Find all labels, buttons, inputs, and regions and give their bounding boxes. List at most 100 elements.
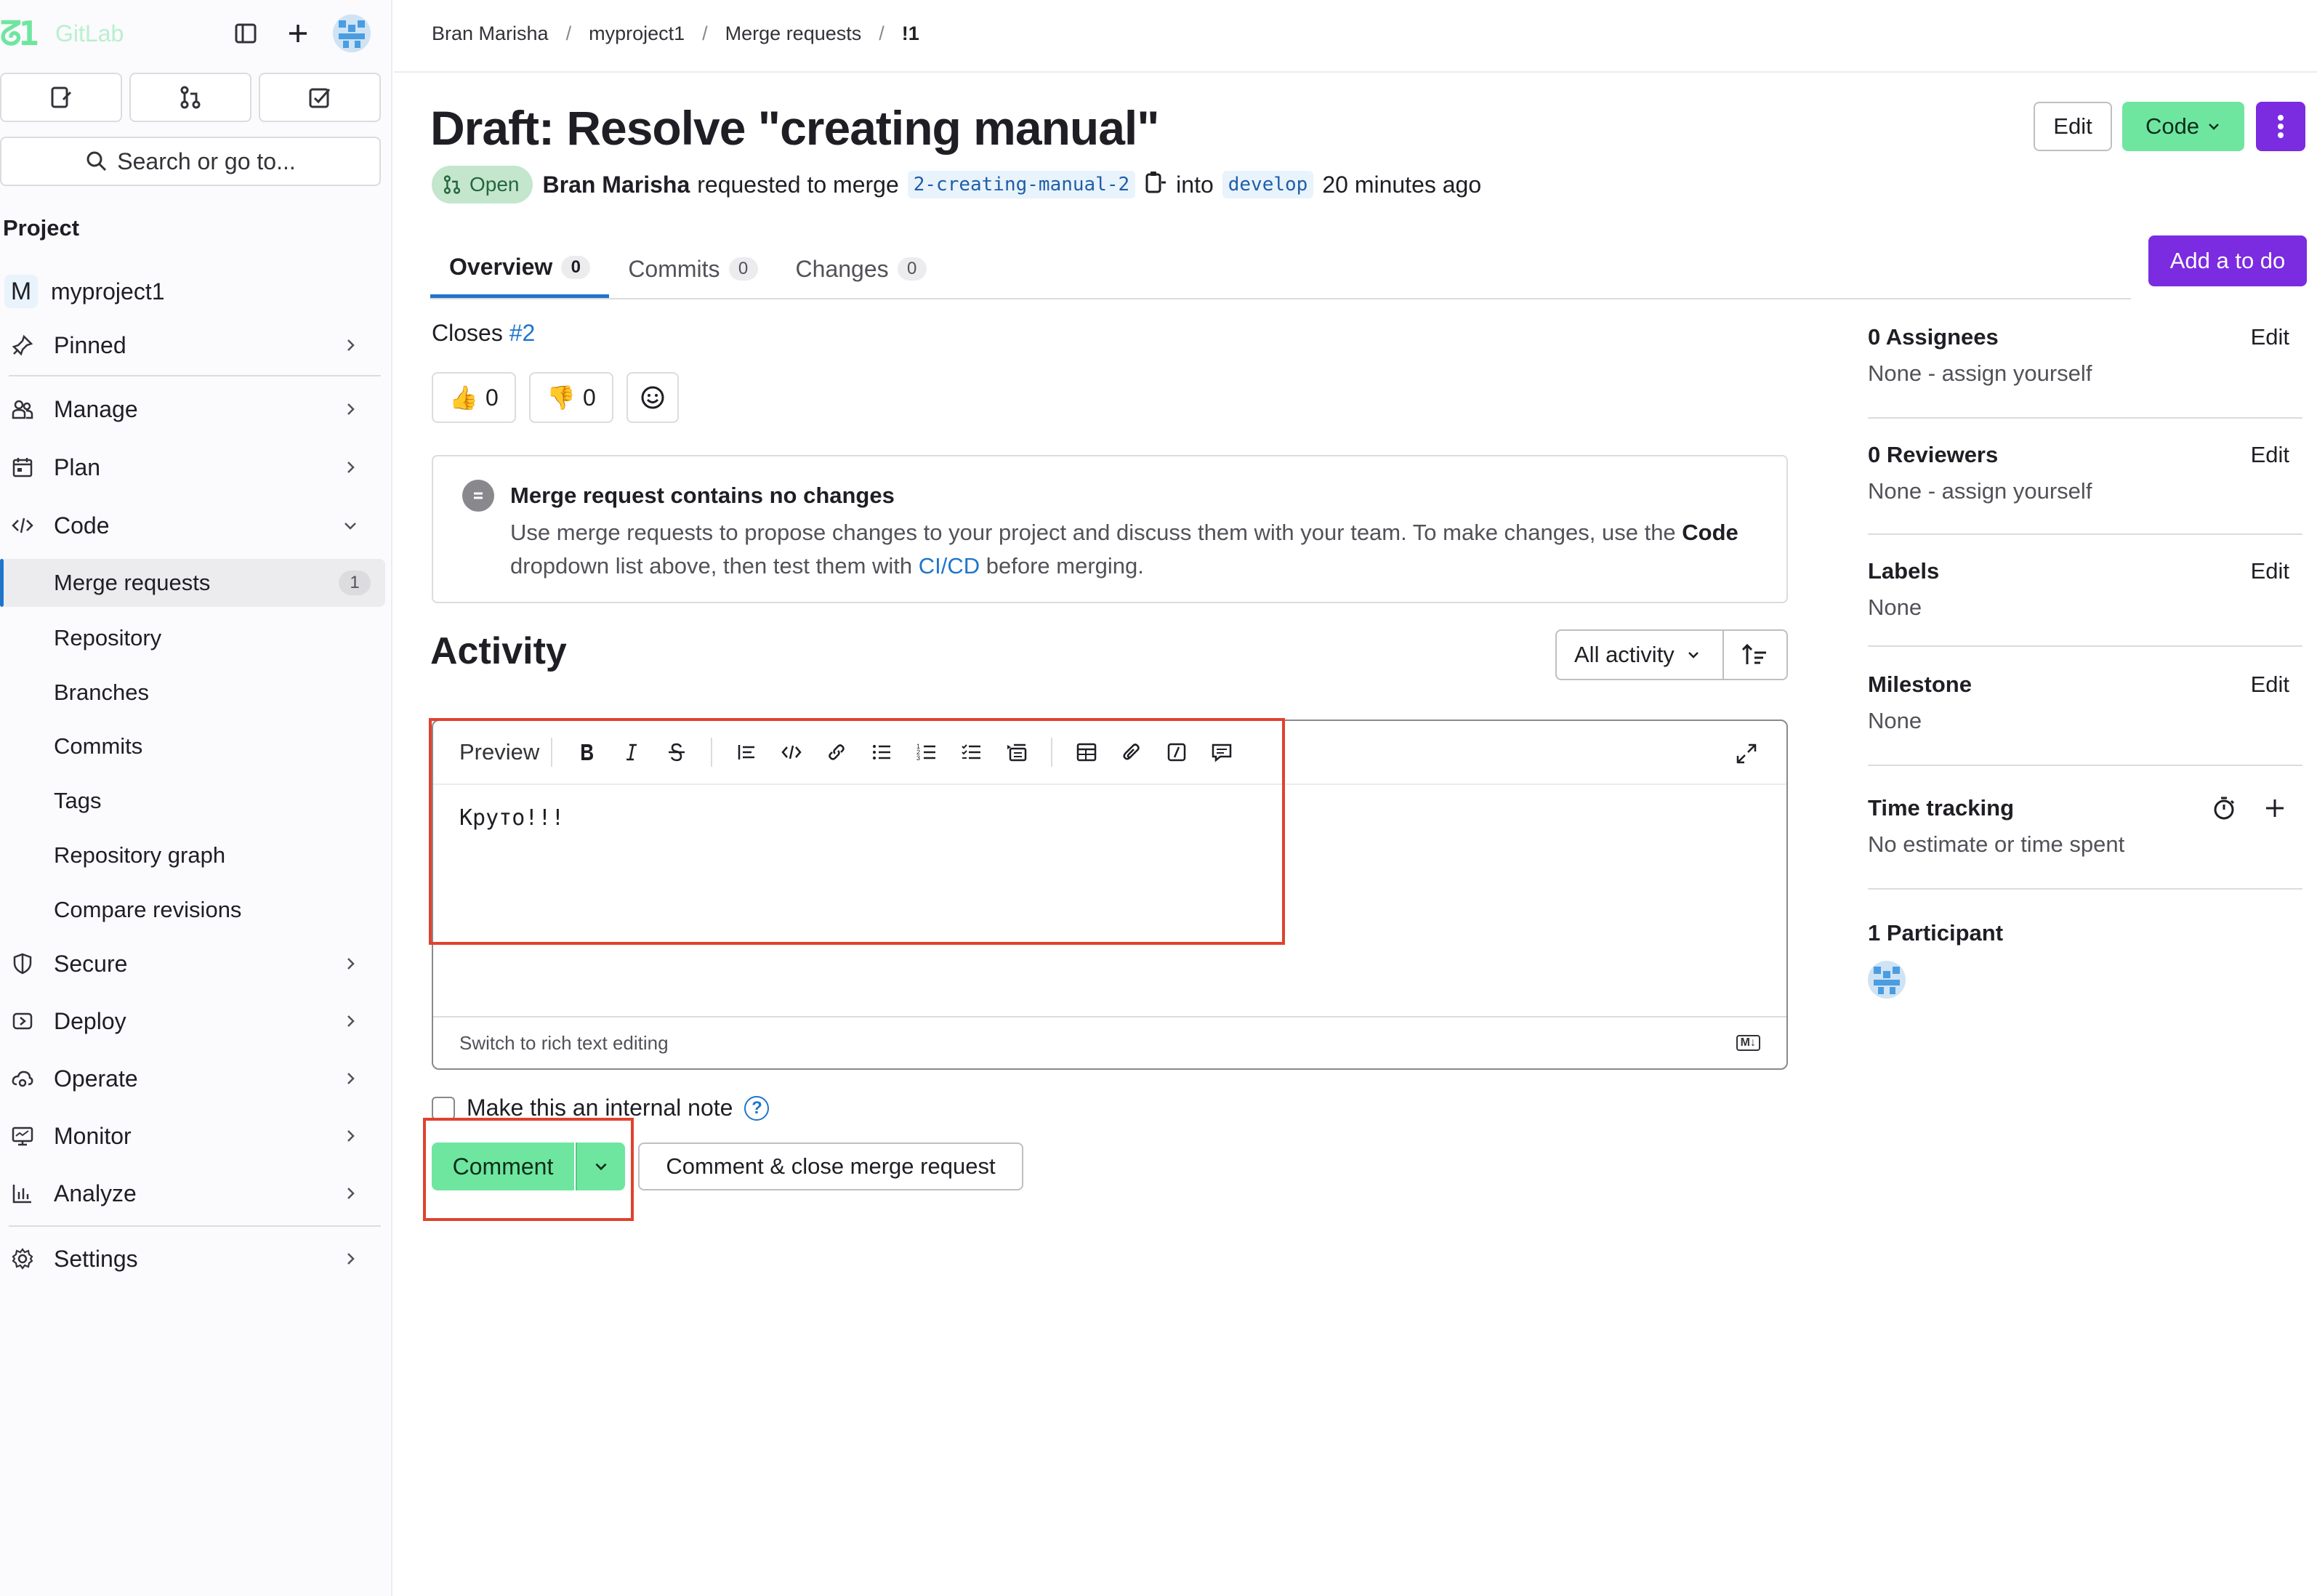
copy-branch-icon[interactable]	[1144, 169, 1166, 200]
toggle-sidebar-icon[interactable]	[228, 16, 263, 51]
add-reaction-button[interactable]	[626, 372, 679, 423]
sidebar-item-tags[interactable]: Tags	[0, 777, 385, 825]
thumbs-down-button[interactable]: 👎 0	[529, 372, 613, 423]
sidebar-item-manage[interactable]: Manage	[0, 385, 381, 433]
milestone-edit-link[interactable]: Edit	[2251, 672, 2289, 698]
code-icon[interactable]	[769, 730, 814, 775]
reviewers-edit-link[interactable]: Edit	[2251, 442, 2289, 468]
internal-note-checkbox[interactable]	[432, 1096, 455, 1120]
issues-tab[interactable]	[0, 73, 122, 122]
cicd-link[interactable]: CI/CD	[919, 553, 980, 579]
sidebar: ᘔ1 GitLab Search or go to... Project M m…	[0, 0, 392, 1596]
switch-rich-text-link[interactable]: Switch to rich text editing	[459, 1032, 669, 1055]
sort-direction-button[interactable]	[1722, 629, 1788, 680]
edit-button[interactable]: Edit	[2034, 102, 2112, 151]
sidebar-item-secure[interactable]: Secure	[0, 940, 381, 988]
reviewers-value[interactable]: None - assign yourself	[1868, 478, 2092, 504]
comment-button[interactable]: Comment	[432, 1142, 574, 1190]
sidebar-item-code[interactable]: Code	[0, 501, 381, 549]
sidebar-item-repository-graph[interactable]: Repository graph	[0, 831, 385, 879]
time-tracking-title: Time tracking	[1868, 795, 2015, 821]
sidebar-header: ᘔ1 GitLab	[0, 0, 392, 67]
sidebar-item-merge-requests[interactable]: Merge requests 1	[0, 559, 385, 607]
merge-request-meta: Open Bran Marisha requested to merge 2-c…	[432, 164, 1481, 205]
gear-icon	[7, 1244, 38, 1274]
add-todo-button[interactable]: Add a to do	[2148, 235, 2307, 286]
merge-requests-tab[interactable]	[129, 73, 251, 122]
sidebar-item-label: Plan	[54, 454, 101, 480]
user-avatar[interactable]	[333, 15, 371, 52]
tabs-divider	[430, 298, 2131, 299]
target-branch[interactable]: develop	[1222, 171, 1314, 198]
table-icon[interactable]	[1064, 730, 1109, 775]
create-new-icon[interactable]	[281, 16, 315, 51]
numbered-list-icon[interactable]: 123	[904, 730, 949, 775]
comment-textarea[interactable]: Круто!!!	[459, 805, 565, 831]
tab-commits[interactable]: Commits 0	[609, 240, 776, 298]
add-time-icon[interactable]	[2262, 795, 2288, 825]
toolbar-separator	[1051, 738, 1053, 767]
sidebar-item-plan[interactable]: Plan	[0, 443, 381, 491]
breadcrumb-current[interactable]: !1	[902, 23, 919, 45]
help-icon[interactable]: ?	[744, 1095, 770, 1121]
sidebar-item-repository[interactable]: Repository	[0, 614, 385, 662]
collapsible-section-icon[interactable]	[994, 730, 1039, 775]
internal-note-label[interactable]: Make this an internal note	[467, 1095, 733, 1121]
gitlab-logo-icon[interactable]: ᘔ1	[0, 16, 44, 51]
labels-edit-link[interactable]: Edit	[2251, 558, 2289, 584]
source-branch[interactable]: 2-creating-manual-2	[907, 171, 1136, 198]
assignees-edit-link[interactable]: Edit	[2251, 324, 2289, 350]
participant-avatar[interactable]	[1868, 961, 1906, 999]
closes-issue-link[interactable]: #2	[509, 320, 536, 346]
tab-overview[interactable]: Overview 0	[430, 240, 610, 298]
strikethrough-icon[interactable]	[654, 730, 699, 775]
bold-icon[interactable]	[564, 730, 609, 775]
todo-tab[interactable]	[259, 73, 381, 122]
sidebar-item-pinned[interactable]: Pinned	[0, 321, 381, 369]
link-icon[interactable]	[814, 730, 859, 775]
milestone-section: Milestone Edit None	[1868, 672, 2304, 744]
sidebar-item-branches[interactable]: Branches	[0, 669, 385, 717]
thumbs-up-button[interactable]: 👍 0	[432, 372, 516, 423]
quick-actions-icon[interactable]	[1154, 730, 1199, 775]
breadcrumb-merge-requests[interactable]: Merge requests	[725, 23, 862, 45]
project-name: myproject1	[51, 278, 165, 305]
sidebar-item-compare-revisions[interactable]: Compare revisions	[0, 886, 385, 934]
activity-filter-dropdown[interactable]: All activity	[1555, 629, 1724, 680]
info-status-icon	[462, 480, 494, 512]
sidebar-item-label: Code	[54, 512, 110, 539]
sidebar-project-link[interactable]: M myproject1	[0, 267, 381, 315]
sidebar-item-analyze[interactable]: Analyze	[0, 1169, 381, 1217]
attach-file-icon[interactable]	[1109, 730, 1154, 775]
sidebar-item-deploy[interactable]: Deploy	[0, 997, 381, 1045]
breadcrumb-project[interactable]: myproject1	[589, 23, 685, 45]
sidebar-item-settings[interactable]: Settings	[0, 1235, 381, 1283]
chevron-right-icon	[336, 453, 365, 482]
page-title: Draft: Resolve "creating manual"	[430, 101, 1160, 155]
panel-divider	[1868, 417, 2302, 419]
more-actions-button[interactable]	[2256, 102, 2305, 151]
merge-requests-count: 1	[339, 571, 371, 595]
breadcrumb-user[interactable]: Bran Marisha	[432, 23, 549, 45]
bullet-list-icon[interactable]	[859, 730, 904, 775]
tab-label: Commits	[628, 255, 720, 282]
tab-changes[interactable]: Changes 0	[777, 240, 946, 298]
sidebar-item-commits[interactable]: Commits	[0, 722, 385, 770]
search-button[interactable]: Search or go to...	[0, 137, 381, 186]
quote-icon[interactable]	[724, 730, 769, 775]
merge-request-icon	[443, 175, 461, 194]
comment-options-dropdown[interactable]	[576, 1142, 625, 1190]
author-name[interactable]: Bran Marisha	[543, 172, 690, 198]
italic-icon[interactable]	[609, 730, 654, 775]
task-list-icon[interactable]	[949, 730, 994, 775]
comment-and-close-button[interactable]: Comment & close merge request	[638, 1142, 1023, 1190]
code-dropdown-button[interactable]: Code	[2122, 102, 2244, 151]
assignees-value[interactable]: None - assign yourself	[1868, 360, 2092, 387]
sidebar-item-label: Settings	[54, 1245, 138, 1272]
preview-tab[interactable]: Preview	[459, 739, 539, 765]
sidebar-item-operate[interactable]: Operate	[0, 1055, 381, 1103]
fullscreen-icon[interactable]	[1724, 731, 1769, 776]
stopwatch-icon[interactable]	[2211, 795, 2237, 825]
comment-template-icon[interactable]	[1199, 730, 1244, 775]
sidebar-item-monitor[interactable]: Monitor	[0, 1112, 381, 1160]
